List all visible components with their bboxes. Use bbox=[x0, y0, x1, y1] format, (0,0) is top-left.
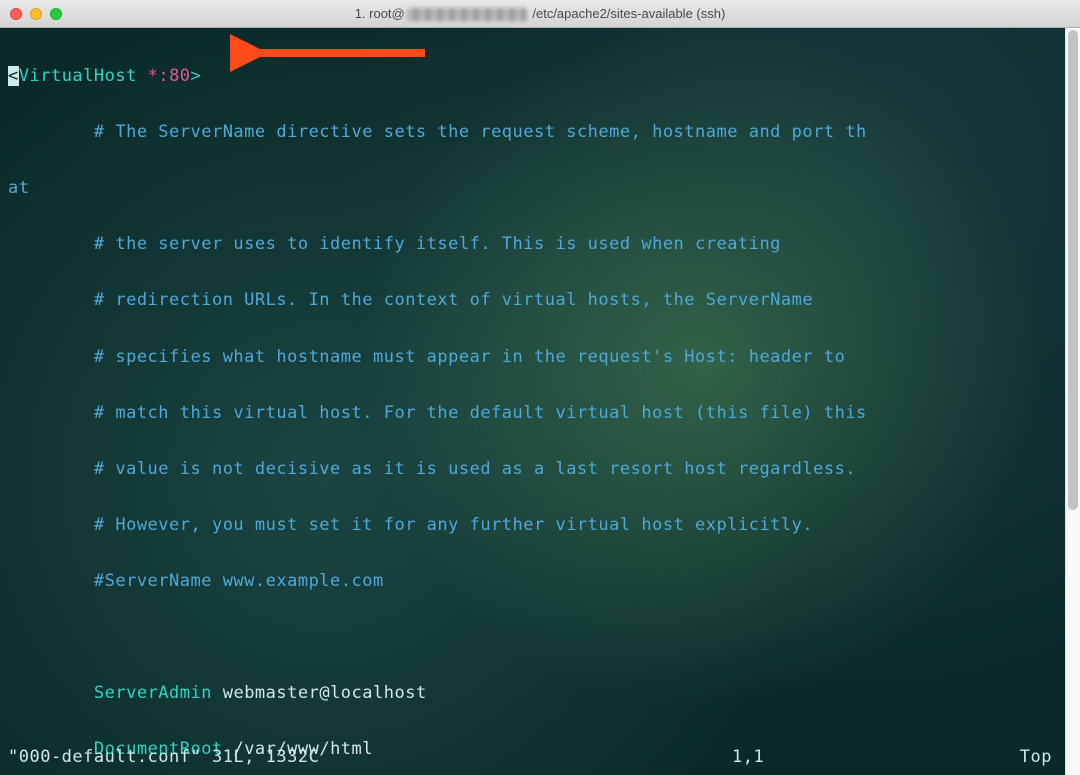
status-scroll: Top bbox=[992, 743, 1072, 771]
editor-body: <VirtualHost *:80> # The ServerName dire… bbox=[8, 34, 1072, 775]
terminal-window: 1. root@ /etc/apache2/sites-available (s… bbox=[0, 0, 1080, 775]
scrollbar[interactable] bbox=[1065, 28, 1080, 775]
comment-line: # redirection URLs. In the context of vi… bbox=[8, 286, 1072, 314]
comment-line: # match this virtual host. For the defau… bbox=[8, 399, 1072, 427]
title-suffix: /etc/apache2/sites-available (ssh) bbox=[529, 6, 726, 21]
terminal-content[interactable]: <VirtualHost *:80> # The ServerName dire… bbox=[0, 28, 1080, 775]
minimize-icon[interactable] bbox=[30, 8, 42, 20]
blank-line bbox=[8, 623, 1072, 651]
title-prefix: 1. root@ bbox=[355, 6, 405, 21]
comment-line: # specifies what hostname must appear in… bbox=[8, 343, 1072, 371]
vhost-tag: VirtualHost bbox=[19, 66, 137, 86]
comment-line: # value is not decisive as it is used as… bbox=[8, 455, 1072, 483]
comment-line: # However, you must set it for any furth… bbox=[8, 511, 1072, 539]
comment-line: # the server uses to identify itself. Th… bbox=[8, 230, 1072, 258]
cursor: < bbox=[8, 66, 19, 86]
titlebar[interactable]: 1. root@ /etc/apache2/sites-available (s… bbox=[0, 0, 1080, 28]
status-filename: "000-default.conf" 31L, 1332C bbox=[8, 743, 732, 771]
status-position: 1,1 bbox=[732, 743, 992, 771]
comment-line: at bbox=[8, 174, 1072, 202]
comment-line: #ServerName www.example.com bbox=[8, 567, 1072, 595]
close-icon[interactable] bbox=[10, 8, 22, 20]
vim-status-line: "000-default.conf" 31L, 1332C 1,1 Top bbox=[8, 743, 1072, 771]
title-hostname-blurred bbox=[407, 8, 527, 21]
server-admin-directive: ServerAdmin bbox=[94, 683, 212, 703]
comment-line: # The ServerName directive sets the requ… bbox=[8, 118, 1072, 146]
maximize-icon[interactable] bbox=[50, 8, 62, 20]
scrollbar-thumb[interactable] bbox=[1068, 30, 1078, 510]
vhost-addr: *:80 bbox=[148, 66, 191, 86]
window-title: 1. root@ /etc/apache2/sites-available (s… bbox=[10, 6, 1070, 21]
window-controls bbox=[10, 8, 62, 20]
